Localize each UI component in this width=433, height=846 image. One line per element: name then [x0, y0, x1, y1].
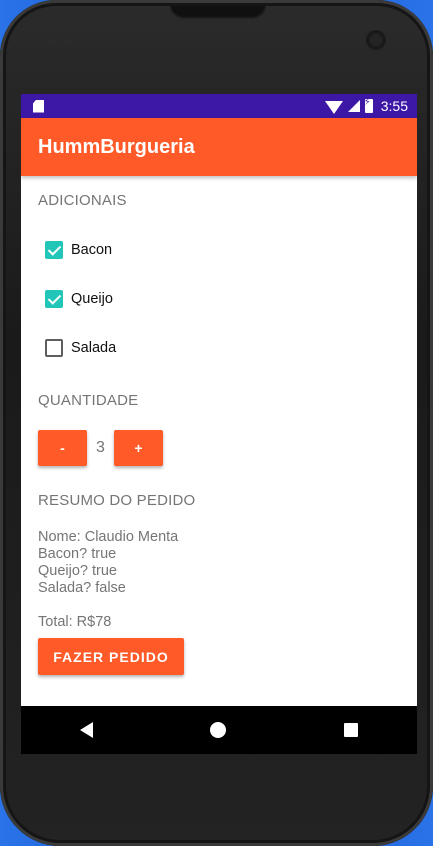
checkbox-queijo[interactable]: Queijo [38, 274, 400, 323]
app-screen: 3:55 HummBurgueria ADICIONAIS Bacon Quei… [21, 94, 417, 754]
sd-card-icon [33, 99, 44, 113]
place-order-button[interactable]: FAZER PEDIDO [38, 638, 184, 675]
checkbox-label: Salada [71, 339, 117, 356]
battery-charging-icon [364, 97, 373, 113]
sensor-dots [46, 34, 78, 52]
summary-line-bacon: Bacon? true [38, 546, 117, 562]
summary-line-name: Nome: Claudio Menta [38, 529, 179, 545]
wifi-icon [324, 100, 343, 114]
increment-button[interactable]: + [114, 430, 163, 466]
checkbox-unchecked-icon[interactable] [45, 338, 63, 357]
status-bar: 3:55 [21, 94, 417, 118]
quantity-stepper: - 3 + [38, 430, 400, 466]
back-icon[interactable] [79, 722, 93, 738]
checkbox-checked-icon[interactable] [45, 240, 63, 259]
checkbox-label: Queijo [71, 290, 113, 307]
order-summary: Nome: Claudio Menta Bacon? true Queijo? … [38, 529, 400, 597]
checkbox-checked-icon[interactable] [45, 289, 63, 308]
status-icons: 3:55 [324, 97, 408, 114]
summary-line-queijo: Queijo? true [38, 563, 117, 579]
resumo-heading: RESUMO DO PEDIDO [38, 492, 196, 509]
quantidade-heading: QUANTIDADE [38, 392, 139, 409]
front-camera [366, 30, 386, 50]
quantity-value: 3 [96, 439, 105, 456]
summary-line-salada: Salada? false [38, 580, 126, 596]
decrement-button[interactable]: - [38, 430, 87, 466]
navigation-bar [21, 706, 417, 754]
app-bar: HummBurgueria [21, 118, 417, 176]
signal-icon [347, 100, 360, 112]
checkbox-label: Bacon [71, 241, 113, 258]
speaker-grille [170, 6, 266, 20]
checkbox-bacon[interactable]: Bacon [38, 225, 400, 274]
adicionais-list: Bacon Queijo Salada [38, 225, 400, 372]
home-icon[interactable] [210, 722, 227, 738]
app-title: HummBurgueria [38, 135, 195, 158]
recent-apps-icon[interactable] [344, 723, 359, 737]
phone-frame: 3:55 HummBurgueria ADICIONAIS Bacon Quei… [0, 0, 433, 846]
checkbox-salada[interactable]: Salada [38, 323, 400, 372]
order-total: Total: R$78 [38, 614, 112, 630]
adicionais-heading: ADICIONAIS [38, 192, 127, 209]
clock: 3:55 [380, 98, 408, 114]
main-content: ADICIONAIS Bacon Queijo Salada QUANTIDAD… [21, 192, 417, 675]
